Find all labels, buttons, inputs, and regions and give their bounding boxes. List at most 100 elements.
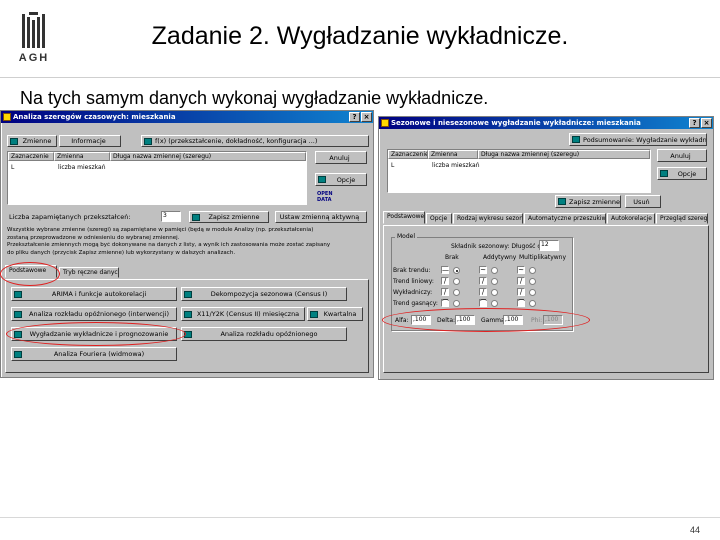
model-group-label: Model (395, 233, 418, 240)
model-exp-add-radio[interactable] (491, 289, 498, 296)
tab-seasonal-plot[interactable]: Rodzaj wykresu sezonowości (453, 213, 523, 224)
options-icon (660, 170, 668, 177)
model-none-add-graph-icon: ~ (479, 266, 487, 274)
interrupted-analysis-button[interactable]: Analiza rozkładu opóźnionego (interwencj… (11, 307, 177, 321)
arima-icon (14, 290, 22, 298)
quarterly-icon (310, 310, 318, 318)
col-multiplicative: Multiplikatywny (519, 254, 567, 261)
tab-autocorrelations[interactable]: Autokorelacje (607, 213, 655, 224)
interrupted-icon (14, 310, 22, 318)
quarterly-button[interactable]: Kwartalna (307, 307, 363, 321)
row-exponential: Wykładniczy: (393, 289, 433, 296)
window-icon (381, 119, 389, 127)
tab-auto-search[interactable]: Automatyczne przeszukiwanie (524, 213, 606, 224)
header-variable: Zmienna (54, 152, 110, 161)
variable-list[interactable]: Zaznaczenie Zmienna Długa nazwa zmiennej… (387, 149, 651, 193)
fourier-button[interactable]: Analiza Fouriera (widmowa) (11, 347, 177, 361)
transform-icon (144, 137, 152, 145)
exponential-smoothing-window: Sezonowe i niesezonowe wygładzanie wykła… (378, 116, 714, 380)
open-data-icon[interactable]: OPEN DATA (317, 191, 333, 203)
save-icon (192, 213, 200, 221)
summary-button[interactable]: Podsumowanie: Wygładzanie wykładnicze (569, 133, 707, 146)
save-variables-button[interactable]: Zapisz zmienne (189, 211, 269, 223)
row-selection[interactable]: L (11, 164, 14, 171)
right-window-title: Sezonowe i niesezonowe wygładzanie wykła… (391, 119, 641, 127)
model-damped-mult-graph-icon: ⌒ (517, 299, 525, 307)
left-window-titlebar: Analiza szeregów czasowych: mieszkania ?… (1, 111, 373, 123)
row-selection[interactable]: L (391, 162, 394, 169)
model-linear-none-radio[interactable] (453, 278, 460, 285)
close-button[interactable]: × (361, 112, 372, 122)
right-tab-strip: Podstawowe Opcje Rodzaj wykresu sezonowo… (383, 211, 709, 225)
cases-stepper[interactable]: 3 (161, 211, 181, 222)
info-button[interactable]: Informacje (59, 135, 121, 147)
header-selection: Zaznaczenie (8, 152, 54, 161)
cancel-button[interactable]: Anuluj (315, 151, 367, 164)
tab-basic[interactable]: Podstawowe (383, 211, 425, 224)
cancel-button[interactable]: Anuluj (657, 149, 707, 162)
row-linear-trend: Trend liniowy: (393, 278, 434, 285)
save-variables-button[interactable]: Zapisz zmienne (555, 195, 621, 208)
model-exp-none-radio[interactable] (453, 289, 460, 296)
model-linear-mult-radio[interactable] (529, 278, 536, 285)
footer-divider (0, 517, 720, 518)
decomposition-icon (184, 290, 192, 298)
model-damped-mult-radio[interactable] (529, 300, 536, 307)
options-icon (318, 176, 326, 183)
header-selection: Zaznaczenie (388, 150, 428, 159)
distributed-lags-button[interactable]: Analiza rozkładu opóźnionego (181, 327, 347, 341)
model-exp-mult-radio[interactable] (529, 289, 536, 296)
delete-button[interactable]: Usuń (625, 195, 661, 208)
help-button[interactable]: ? (689, 118, 700, 128)
model-none-add-radio[interactable] (491, 267, 498, 274)
model-none-mult-graph-icon: ~ (517, 266, 525, 274)
tab-options[interactable]: Opcje (426, 213, 452, 224)
model-linear-add-graph-icon: / (479, 277, 487, 285)
instruction-text: Na tych samym danych wykonaj wygładzanie… (20, 88, 489, 108)
slide-title: Zadanie 2. Wygładzanie wykładnicze. (151, 22, 569, 50)
close-button[interactable]: × (701, 118, 712, 128)
season-length-stepper[interactable]: 12 (539, 240, 559, 251)
save-icon (558, 198, 566, 205)
seasonal-decomposition-button[interactable]: Dekompozycja sezonowa (Census I) (181, 287, 347, 301)
highlight-smoothing-button (6, 322, 186, 346)
tab-manual-data[interactable]: Tryb ręczne danych (59, 267, 119, 278)
col-additive: Addytywny (483, 254, 517, 261)
variables-button[interactable]: Zmienne (7, 135, 57, 147)
row-variable[interactable]: liczba mieszkań (58, 164, 106, 171)
variable-list[interactable]: Zaznaczenie Zmienna Długa nazwa zmiennej… (7, 151, 307, 205)
model-exp-none-graph-icon: / (441, 288, 449, 296)
model-linear-add-radio[interactable] (491, 278, 498, 285)
row-damped-trend: Trend gasnący: (393, 300, 438, 307)
highlight-basic-tab (0, 262, 60, 286)
model-damped-none-radio[interactable] (453, 300, 460, 307)
col-none: Brak (445, 254, 459, 261)
model-none-mult-radio[interactable] (529, 267, 536, 274)
cases-label: Liczba zapamiętanych przekształceń: (9, 213, 131, 221)
transform-info-bar[interactable]: f(x) (przekształcenie, dokładność, konfi… (141, 135, 369, 147)
fourier-icon (14, 350, 22, 358)
tab-series-review[interactable]: Przegląd szeregu (656, 213, 708, 224)
options-button[interactable]: Opcje (657, 167, 707, 180)
header-long-name: Długa nazwa zmiennej (szeregu) (110, 152, 306, 161)
model-linear-none-graph-icon: / (441, 277, 449, 285)
row-no-trend: Brak trendu: (393, 267, 431, 274)
row-variable[interactable]: liczba mieszkań (432, 162, 480, 169)
highlight-parameters (382, 308, 590, 332)
summary-icon (572, 136, 580, 143)
right-window-titlebar: Sezonowe i niesezonowe wygładzanie wykła… (379, 117, 713, 129)
help-button[interactable]: ? (349, 112, 360, 122)
x11-monthly-button[interactable]: X11/Y2K (Census II) miesięczna (181, 307, 305, 321)
model-exp-mult-graph-icon: / (517, 288, 525, 296)
model-none-none-radio[interactable] (453, 267, 460, 274)
header-divider (0, 77, 720, 78)
arima-button[interactable]: ARIMA i funkcje autokorelacji (11, 287, 177, 301)
model-damped-none-graph-icon: ⌒ (441, 299, 449, 307)
options-button[interactable]: Opcje (315, 173, 367, 186)
page-number: 44 (690, 525, 701, 535)
set-active-variable-button[interactable]: Ustaw zmienną aktywną (275, 211, 367, 223)
x11-icon (184, 310, 192, 318)
model-damped-add-radio[interactable] (491, 300, 498, 307)
model-damped-add-graph-icon: ⌒ (479, 299, 487, 307)
model-exp-add-graph-icon: / (479, 288, 487, 296)
